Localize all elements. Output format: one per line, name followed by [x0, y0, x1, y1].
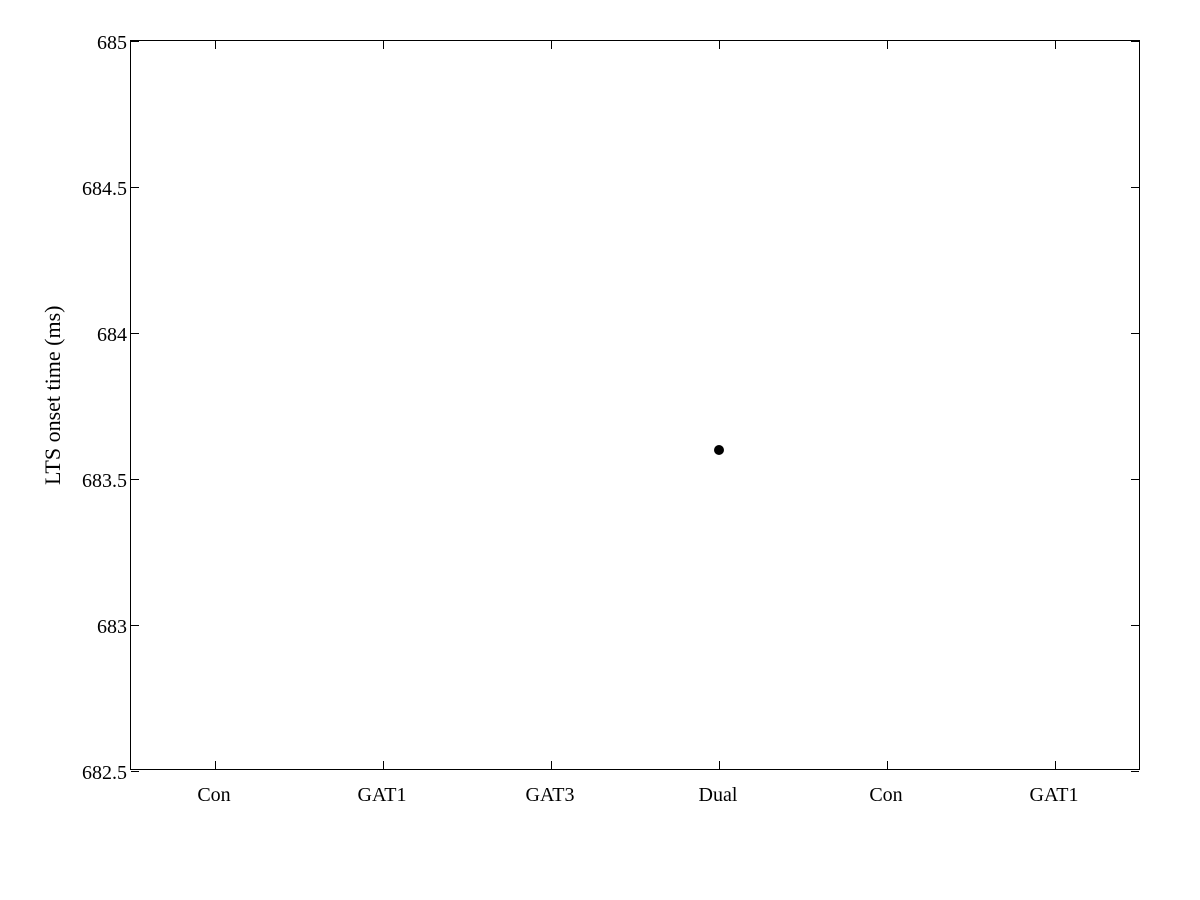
y-tick-684 — [1131, 333, 1139, 334]
x-tick-5 — [1055, 761, 1056, 769]
x-label-dual: Dual — [699, 784, 738, 807]
y-tick-left-683 — [131, 625, 139, 626]
chart-container: 685 684.5 684 683.5 683 682.5 LTS onset … — [0, 0, 1200, 900]
x-tick-1 — [383, 761, 384, 769]
x-tick-top-4 — [887, 41, 888, 49]
y-tick-6845 — [1131, 187, 1139, 188]
y-tick-left-684 — [131, 333, 139, 334]
y-label-6845: 684.5 — [48, 178, 127, 201]
y-label-684: 684 — [62, 324, 127, 347]
x-tick-top-3 — [719, 41, 720, 49]
x-label-gat1-2: GAT1 — [1030, 784, 1079, 807]
y-tick-6825 — [1131, 771, 1139, 772]
x-label-con2: Con — [869, 784, 902, 807]
y-tick-683 — [1131, 625, 1139, 626]
x-tick-0 — [215, 761, 216, 769]
x-tick-top-2 — [551, 41, 552, 49]
y-tick-left-6845 — [131, 187, 139, 188]
y-label-683: 683 — [62, 616, 127, 639]
y-label-685: 685 — [62, 32, 127, 55]
y-tick-6835 — [1131, 479, 1139, 480]
y-label-6825: 682.5 — [48, 762, 127, 785]
y-tick-left-6825 — [131, 771, 139, 772]
x-label-gat1-1: GAT1 — [358, 784, 407, 807]
x-tick-4 — [887, 761, 888, 769]
data-point-dual — [714, 445, 724, 455]
y-tick-left-685 — [131, 41, 139, 42]
x-tick-2 — [551, 761, 552, 769]
y-tick-685 — [1131, 41, 1139, 42]
x-label-gat3: GAT3 — [526, 784, 575, 807]
x-label-con1: Con — [197, 784, 230, 807]
y-axis-label: LTS onset time (ms) — [40, 405, 66, 485]
x-tick-top-5 — [1055, 41, 1056, 49]
x-tick-3 — [719, 761, 720, 769]
x-tick-top-1 — [383, 41, 384, 49]
x-tick-top-0 — [215, 41, 216, 49]
chart-area — [130, 40, 1140, 770]
y-tick-left-6835 — [131, 479, 139, 480]
